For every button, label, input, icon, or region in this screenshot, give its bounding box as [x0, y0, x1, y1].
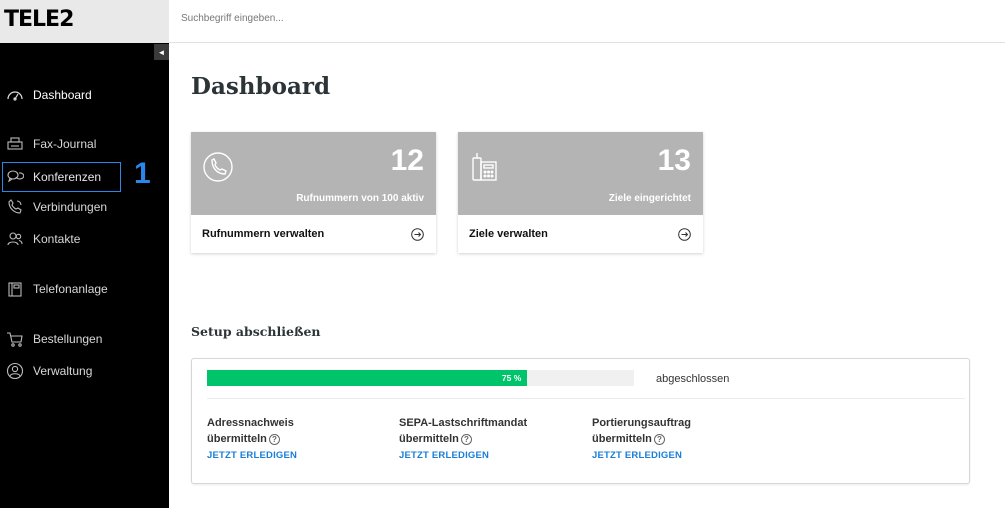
card-subtitle: Rufnummern von 100 aktiv	[296, 193, 424, 204]
cart-icon	[7, 332, 23, 347]
sidebar-item-verbindungen[interactable]: Verbindungen	[0, 195, 169, 219]
task-title-line1: Adressnachweis	[207, 417, 294, 429]
card-link-label[interactable]: Rufnummern verwalten	[202, 228, 324, 240]
sidebar-item-label: Dashboard	[33, 88, 92, 102]
page-title: Dashboard	[191, 73, 331, 100]
card-ziele[interactable]: 13 Ziele eingerichtet Ziele verwalten	[458, 132, 703, 253]
desk-phone-icon	[472, 153, 497, 181]
setup-progress-fill: 75 %	[207, 370, 528, 386]
task-title-line2: übermitteln	[207, 433, 267, 445]
logo-area: TELE2	[0, 0, 169, 43]
sidebar: ◄ Dashboard Fax-Journal Konferenzen Verb…	[0, 43, 169, 508]
help-icon[interactable]: ?	[268, 433, 280, 445]
card-link-label[interactable]: Ziele verwalten	[469, 228, 548, 240]
phone-signal-icon	[8, 199, 22, 214]
arrow-right-circle-icon[interactable]	[411, 228, 424, 241]
sidebar-item-label: Konferenzen	[33, 170, 102, 184]
sidebar-item-telefonanlage[interactable]: Telefonanlage	[0, 277, 169, 301]
task-adressnachweis: Adressnachweis übermitteln? JETZT ERLEDIG…	[207, 415, 387, 461]
search-input[interactable]	[181, 8, 581, 28]
card-subtitle: Ziele eingerichtet	[608, 193, 691, 204]
fax-icon	[7, 137, 23, 150]
phone-circle-icon	[203, 152, 233, 182]
card-header: 12 Rufnummern von 100 aktiv	[191, 132, 436, 215]
task-title: SEPA-Lastschriftmandat übermitteln?	[399, 415, 579, 447]
arrow-right-circle-icon[interactable]	[678, 228, 691, 241]
setup-progress-bar: 75 %	[207, 370, 634, 386]
sidebar-item-label: Kontakte	[33, 232, 81, 246]
user-circle-icon	[6, 362, 24, 380]
task-title-line1: Portierungsauftrag	[592, 417, 692, 429]
task-action-link[interactable]: JETZT ERLEDIGEN	[399, 450, 579, 461]
setup-progress-label: abgeschlossen	[656, 373, 730, 385]
task-title-line1: SEPA-Lastschriftmandat	[399, 417, 528, 429]
sidebar-item-fax-journal[interactable]: Fax-Journal	[0, 132, 169, 156]
task-action-link[interactable]: JETZT ERLEDIGEN	[207, 450, 387, 461]
card-number: 12	[390, 144, 424, 177]
sidebar-item-kontakte[interactable]: Kontakte	[0, 227, 169, 251]
tele2-logo[interactable]: TELE2	[4, 7, 74, 32]
chat-bubbles-icon	[7, 170, 24, 183]
task-title: Adressnachweis übermitteln?	[207, 415, 387, 447]
setup-section-title: Setup abschließen	[191, 324, 321, 339]
card-number: 13	[657, 144, 691, 177]
phone-system-icon	[8, 282, 22, 297]
help-icon[interactable]: ?	[653, 433, 665, 445]
help-icon[interactable]: ?	[460, 433, 472, 445]
task-portierung: Portierungsauftrag übermitteln? JETZT ERL…	[592, 415, 772, 461]
collapse-sidebar-button[interactable]: ◄	[154, 44, 169, 60]
sidebar-item-bestellungen[interactable]: Bestellungen	[0, 327, 169, 351]
card-header: 13 Ziele eingerichtet	[458, 132, 703, 215]
task-title-line2: übermitteln	[399, 433, 459, 445]
task-title-line2: übermitteln	[592, 433, 652, 445]
sidebar-item-label: Verwaltung	[33, 364, 93, 378]
sidebar-item-label: Telefonanlage	[33, 282, 108, 296]
step-marker: 1	[134, 157, 151, 190]
sidebar-item-label: Fax-Journal	[33, 137, 97, 151]
sidebar-item-verwaltung[interactable]: Verwaltung	[0, 359, 169, 383]
task-title: Portierungsauftrag übermitteln?	[592, 415, 772, 447]
setup-progress-percent: 75 %	[501, 373, 522, 383]
card-rufnummern[interactable]: 12 Rufnummern von 100 aktiv Rufnummern v…	[191, 132, 436, 253]
top-bar	[169, 0, 1005, 43]
contacts-icon	[7, 232, 23, 246]
divider	[207, 398, 965, 399]
sidebar-item-label: Bestellungen	[33, 332, 103, 346]
sidebar-item-label: Verbindungen	[33, 200, 108, 214]
speedometer-icon	[7, 91, 23, 101]
sidebar-item-konferenzen[interactable]: Konferenzen	[2, 162, 121, 192]
task-sepa: SEPA-Lastschriftmandat übermitteln? JETZT…	[399, 415, 579, 461]
sidebar-item-dashboard[interactable]: Dashboard	[0, 83, 169, 107]
setup-panel: 75 % abgeschlossen Adressnachweis übermit…	[191, 358, 970, 484]
task-action-link[interactable]: JETZT ERLEDIGEN	[592, 450, 772, 461]
